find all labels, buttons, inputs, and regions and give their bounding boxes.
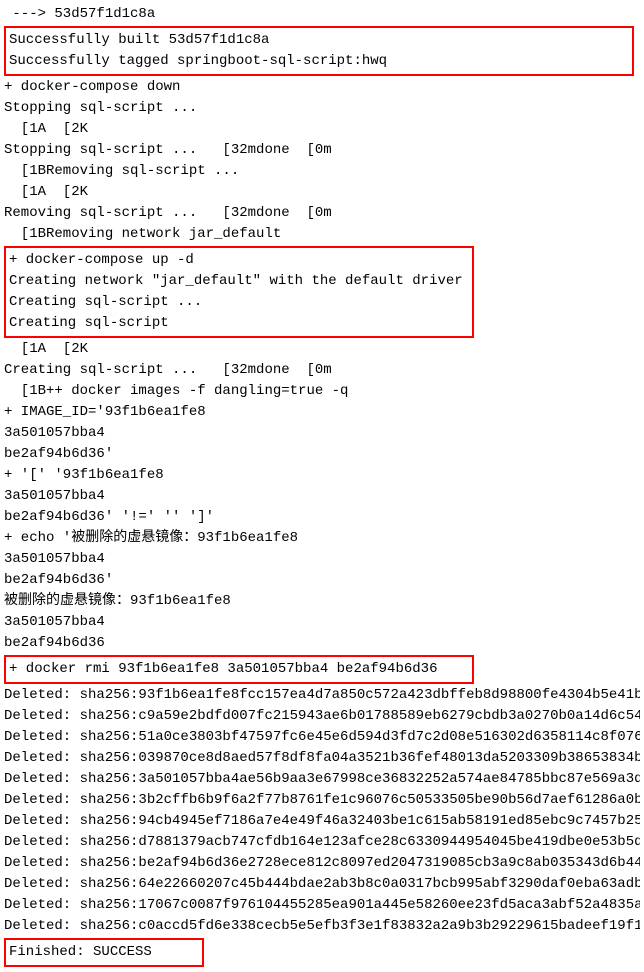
log-line: Creating sql-script ...: [9, 292, 469, 313]
log-line: Deleted: sha256:3a501057bba4ae56b9aa3e67…: [4, 769, 640, 790]
log-line: + docker-compose down: [4, 77, 640, 98]
log-line: + docker-compose up -d: [9, 250, 469, 271]
log-line: Deleted: sha256:93f1b6ea1fe8fcc157ea4d7a…: [4, 685, 640, 706]
log-line: Deleted: sha256:d7881379acb747cfdb164e12…: [4, 832, 640, 853]
highlight-box-docker-rmi: + docker rmi 93f1b6ea1fe8 3a501057bba4 b…: [4, 655, 474, 684]
log-line: Removing sql-script ... [32mdone [0m: [4, 203, 640, 224]
log-line: Creating sql-script ... [32mdone [0m: [4, 360, 640, 381]
log-line: Creating sql-script: [9, 313, 469, 334]
log-line: [1B++ docker images -f dangling=true -q: [4, 381, 640, 402]
log-line: be2af94b6d36: [4, 633, 640, 654]
log-line: [1A [2K: [4, 182, 640, 203]
log-line: Successfully built 53d57f1d1c8a: [9, 30, 629, 51]
log-line: 3a501057bba4: [4, 486, 640, 507]
log-line: + docker rmi 93f1b6ea1fe8 3a501057bba4 b…: [9, 659, 469, 680]
log-line: Deleted: sha256:3b2cffb6b9f6a2f77b8761fe…: [4, 790, 640, 811]
log-line: [1A [2K: [4, 339, 640, 360]
log-line: be2af94b6d36': [4, 570, 640, 591]
log-line: 3a501057bba4: [4, 549, 640, 570]
log-line: Creating network "jar_default" with the …: [9, 271, 469, 292]
highlight-box-compose-up: + docker-compose up -dCreating network "…: [4, 246, 474, 338]
log-line: be2af94b6d36' '!=' '' ']': [4, 507, 640, 528]
log-line: be2af94b6d36': [4, 444, 640, 465]
log-line: Deleted: sha256:c9a59e2bdfd007fc215943ae…: [4, 706, 640, 727]
log-line: Deleted: sha256:039870ce8d8aed57f8df8fa0…: [4, 748, 640, 769]
log-line: 3a501057bba4: [4, 612, 640, 633]
log-line: + IMAGE_ID='93f1b6ea1fe8: [4, 402, 640, 423]
log-line: + echo '被删除的虚悬镜像：93f1b6ea1fe8: [4, 528, 640, 549]
log-line: Stopping sql-script ...: [4, 98, 640, 119]
log-line: 3a501057bba4: [4, 423, 640, 444]
log-line: Deleted: sha256:c0accd5fd6e338cecb5e5efb…: [4, 916, 640, 937]
log-line: Deleted: sha256:51a0ce3803bf47597fc6e45e…: [4, 727, 640, 748]
log-line: Successfully tagged springboot-sql-scrip…: [9, 51, 629, 72]
highlight-box-finished: Finished: SUCCESS: [4, 938, 204, 967]
log-line: Finished: SUCCESS: [9, 942, 199, 963]
log-line: [1BRemoving sql-script ...: [4, 161, 640, 182]
log-line: 被删除的虚悬镜像：93f1b6ea1fe8: [4, 591, 640, 612]
log-line: ---> 53d57f1d1c8a: [4, 4, 640, 25]
highlight-box-build: Successfully built 53d57f1d1c8aSuccessfu…: [4, 26, 634, 76]
log-line: [1BRemoving network jar_default: [4, 224, 640, 245]
log-line: Stopping sql-script ... [32mdone [0m: [4, 140, 640, 161]
log-line: + '[' '93f1b6ea1fe8: [4, 465, 640, 486]
log-line: Deleted: sha256:64e22660207c45b444bdae2a…: [4, 874, 640, 895]
log-line: [1A [2K: [4, 119, 640, 140]
log-line: Deleted: sha256:be2af94b6d36e2728ece812c…: [4, 853, 640, 874]
log-line: Deleted: sha256:17067c0087f976104455285e…: [4, 895, 640, 916]
